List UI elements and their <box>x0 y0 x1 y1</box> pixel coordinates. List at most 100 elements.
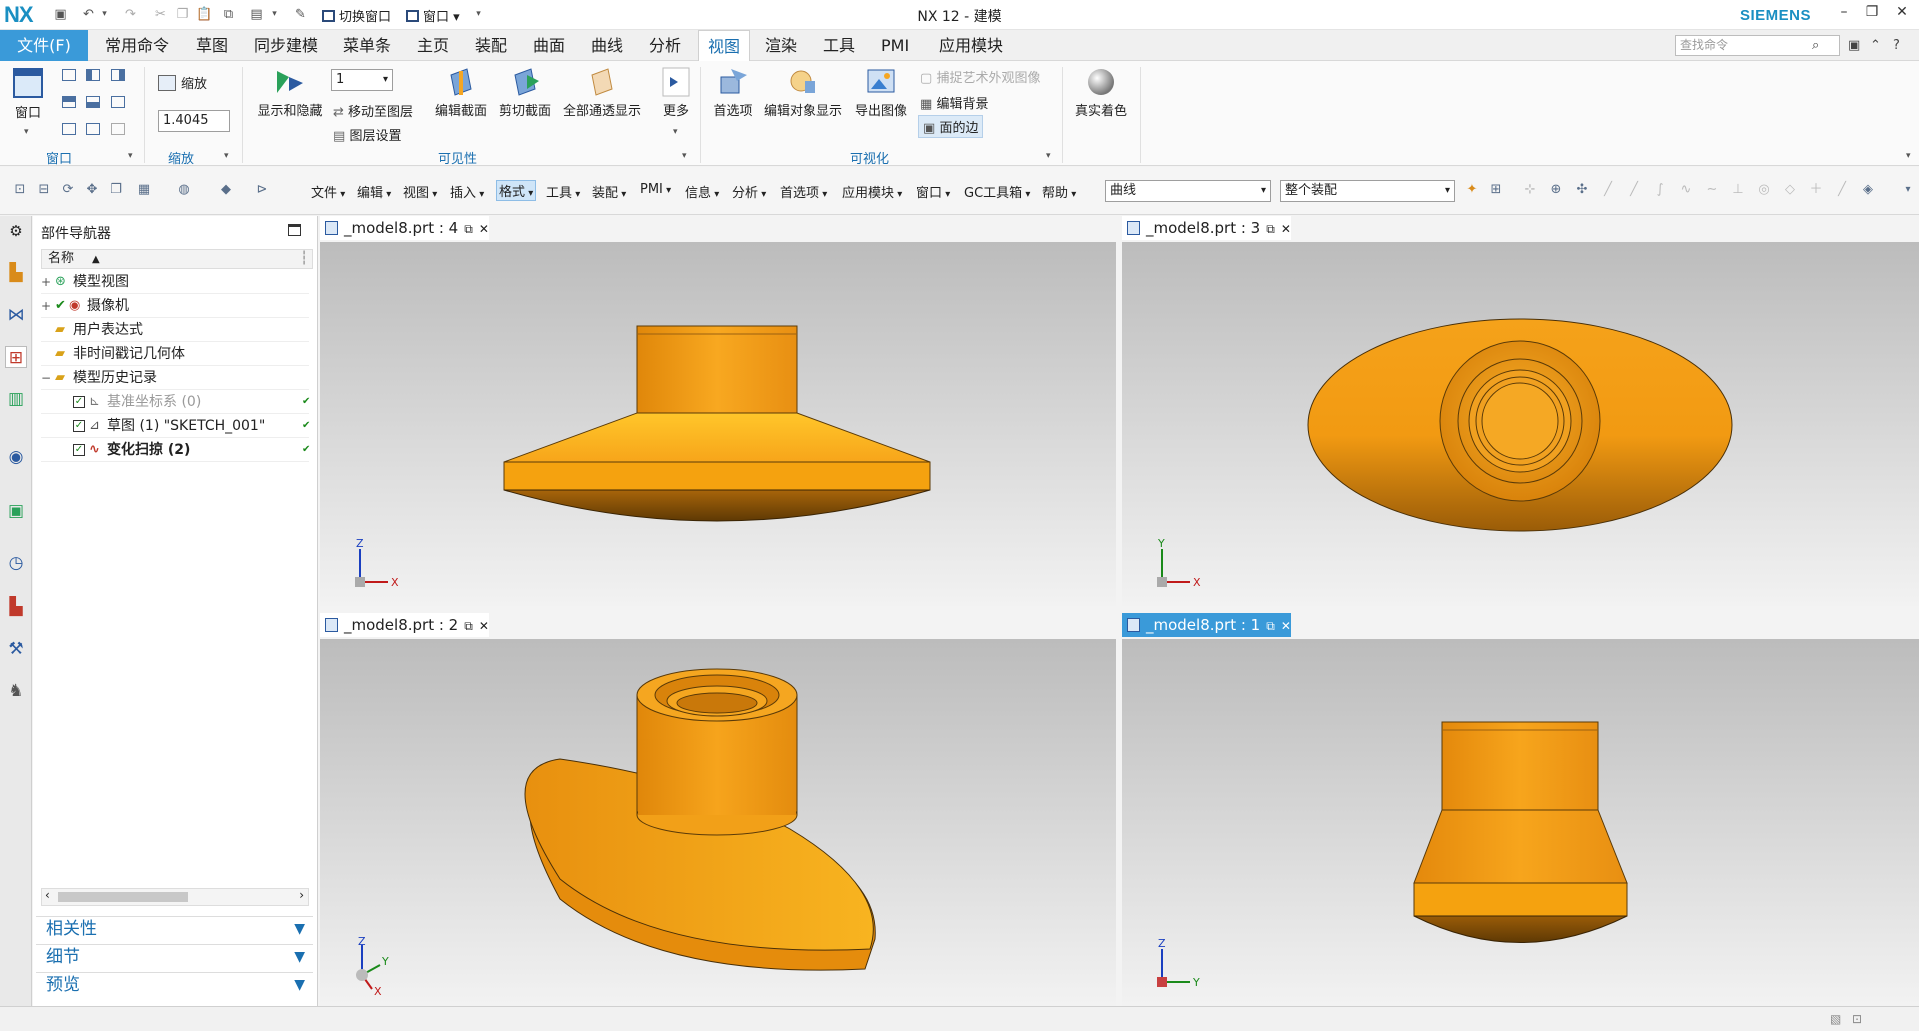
perpendicular-icon[interactable]: ⊥ <box>1730 183 1746 197</box>
view-section-icon[interactable]: ⊳ <box>254 183 270 197</box>
roles-icon[interactable]: ♞ <box>5 680 27 702</box>
group-visibility-dropdown-icon[interactable]: ▾ <box>682 151 687 161</box>
spline-icon[interactable]: ∿ <box>1678 183 1694 197</box>
history-icon[interactable]: ▣ <box>5 500 27 522</box>
true-shading-button[interactable]: 真实着色 <box>1070 67 1132 119</box>
viewport-2[interactable]: _model8.prt : 2 ⧉ ✕ Z Y X <box>320 613 1116 1006</box>
move-to-layer-button[interactable]: ⇄ 移动至图层 <box>333 101 413 120</box>
four-views-icon[interactable] <box>62 96 76 108</box>
tab-view[interactable]: 视图 <box>698 30 751 62</box>
edit-background-button[interactable]: ▦ 编辑背景 <box>920 93 988 112</box>
close-button[interactable]: ✕ <box>1892 4 1912 26</box>
search-icon[interactable]: ⌕ <box>1812 38 1819 53</box>
more-dropdown-icon[interactable]: ▾ <box>673 127 678 137</box>
panel-details[interactable]: 细节 ▼ <box>36 944 313 968</box>
tree-item-sketch[interactable]: ✓ ⊿ 草图 (1) "SKETCH_001" ✔ <box>41 414 310 438</box>
process-studio-icon[interactable]: ⚒ <box>5 638 27 660</box>
tab-assembly[interactable]: 装配 <box>466 30 516 61</box>
viewport-4[interactable]: _model8.prt : 4 ⧉ ✕ Z X <box>320 216 1116 606</box>
group-window-dropdown-icon[interactable]: ▾ <box>128 151 133 161</box>
collapse-ribbon-icon[interactable]: ⌃ <box>1870 38 1881 53</box>
viewport-1-tab[interactable]: _model8.prt : 1 ⧉ ✕ <box>1122 613 1291 637</box>
curve-icon[interactable]: ∼ <box>1704 183 1720 197</box>
visibility-checkbox[interactable]: ✓ <box>73 444 85 456</box>
rotate-icon[interactable]: ⟳ <box>60 183 76 197</box>
tab-curve[interactable]: 曲线 <box>582 30 632 61</box>
help-icon[interactable]: ? <box>1893 38 1900 53</box>
zoom-button[interactable]: 缩放 <box>158 73 207 92</box>
polyline-icon[interactable]: ╱ <box>1626 183 1642 197</box>
six-views-icon[interactable] <box>111 96 125 108</box>
menu-info[interactable]: 信息 <box>685 182 719 201</box>
assembly-navigator-icon[interactable]: ▙ <box>5 262 27 284</box>
view-copy-icon[interactable]: ❐ <box>108 183 124 197</box>
float-window-icon[interactable]: ⧉ <box>464 614 473 638</box>
selection-status-icon[interactable]: ▧ <box>1830 1012 1841 1026</box>
viewport-3-canvas[interactable]: Y X <box>1122 242 1919 606</box>
menu-file[interactable]: 文件 <box>311 182 345 201</box>
more-visibility-button[interactable]: 更多 <box>656 67 696 119</box>
intersection-icon[interactable]: ＋ <box>1808 183 1824 197</box>
float-window-icon[interactable]: ⧉ <box>464 217 473 241</box>
toolbar-overflow-icon[interactable]: ▾ <box>1900 183 1916 197</box>
ribbon-options-icon[interactable]: ▣ <box>1848 38 1860 53</box>
viewport-3[interactable]: _model8.prt : 3 ⧉ ✕ Y X <box>1122 216 1919 606</box>
group-zoom-dropdown-icon[interactable]: ▾ <box>224 151 229 161</box>
two-views-alt-icon[interactable] <box>111 69 125 81</box>
tree-item-datum-csys[interactable]: ✓ ⊾ 基准坐标系 (0) ✔ <box>41 390 310 414</box>
viewport-2-canvas[interactable]: Z Y X <box>320 639 1116 1006</box>
preferences-button[interactable]: 首选项 <box>708 67 758 119</box>
cascade-views-icon[interactable] <box>86 123 100 135</box>
viewport-1-canvas[interactable]: Z Y <box>1122 639 1919 1006</box>
expand-icon[interactable]: + <box>41 270 51 294</box>
tab-tools[interactable]: 工具 <box>814 30 864 61</box>
export-image-button[interactable]: 导出图像 <box>850 67 912 119</box>
tree-item-model-views[interactable]: + ⊛ 模型视图 <box>41 270 309 294</box>
navigator-horizontal-scrollbar[interactable]: ‹ › <box>41 888 309 906</box>
menu-analysis[interactable]: 分析 <box>732 182 766 201</box>
rendering-style-icon[interactable]: ◍ <box>176 183 192 197</box>
arc-icon[interactable]: ∫ <box>1652 183 1668 197</box>
tree-item-variational-sweep[interactable]: ✓ ∿ 变化扫掠 (2) ✔ <box>41 438 310 462</box>
maximize-panel-icon[interactable] <box>288 224 301 236</box>
tab-analysis[interactable]: 分析 <box>640 30 690 61</box>
menu-format[interactable]: 格式 <box>496 180 537 201</box>
tab-render[interactable]: 渲染 <box>756 30 806 61</box>
snap-midpoint-icon[interactable]: ⊕ <box>1548 183 1564 197</box>
close-tab-icon[interactable]: ✕ <box>479 217 489 241</box>
menu-window[interactable]: 窗口 <box>916 182 950 201</box>
tab-common-commands[interactable]: 常用命令 <box>96 30 178 61</box>
zoom-window-icon[interactable]: ⊟ <box>36 183 52 197</box>
tab-sketch[interactable]: 草图 <box>187 30 237 61</box>
menu-assembly[interactable]: 装配 <box>592 182 626 201</box>
zoom-value-input[interactable]: 1.4045 <box>158 110 230 132</box>
snap-endpoint-icon[interactable]: ⊹ <box>1522 183 1538 197</box>
viewport-4-canvas[interactable]: Z X <box>320 242 1116 606</box>
tree-item-unused-geometry[interactable]: ▰ 非时间戳记几何体 <box>41 342 309 366</box>
pan-icon[interactable]: ✥ <box>84 183 100 197</box>
clip-section-button[interactable]: 剪切截面 <box>494 67 556 119</box>
scrollbar-thumb[interactable] <box>58 892 188 902</box>
visibility-checkbox[interactable]: ✓ <box>73 396 85 408</box>
collapse-icon[interactable]: − <box>41 366 51 390</box>
orient-view-icon[interactable]: ▦ <box>136 183 152 197</box>
menu-view[interactable]: 视图 <box>403 182 437 201</box>
two-views-icon[interactable] <box>86 69 100 81</box>
window-button[interactable]: 窗口 <box>10 67 46 121</box>
close-tab-icon[interactable]: ✕ <box>479 614 489 638</box>
capture-art-image-button[interactable]: ▢ 捕捉艺术外观图像 <box>920 67 1040 86</box>
clock-history-icon[interactable]: ◷ <box>5 552 27 574</box>
face-edges-toggle[interactable]: ▣ 面的边 <box>918 115 984 138</box>
menu-preferences[interactable]: 首选项 <box>780 182 827 201</box>
tab-menu-bar[interactable]: 菜单条 <box>334 30 400 61</box>
column-resize-handle[interactable]: ┆ <box>300 250 308 268</box>
tab-pmi[interactable]: PMI <box>872 30 918 61</box>
tree-item-user-expressions[interactable]: ▰ 用户表达式 <box>41 318 309 342</box>
system-materials-icon[interactable]: ▙ <box>5 596 27 618</box>
tab-file[interactable]: 文件(F) <box>0 30 88 61</box>
float-window-icon[interactable]: ⧉ <box>1266 614 1275 638</box>
panel-dependencies[interactable]: 相关性 ▼ <box>36 916 313 940</box>
restore-button[interactable]: ❐ <box>1862 4 1882 26</box>
full-screen-icon[interactable]: ⊡ <box>1852 1012 1862 1026</box>
line-icon[interactable]: ╱ <box>1600 183 1616 197</box>
